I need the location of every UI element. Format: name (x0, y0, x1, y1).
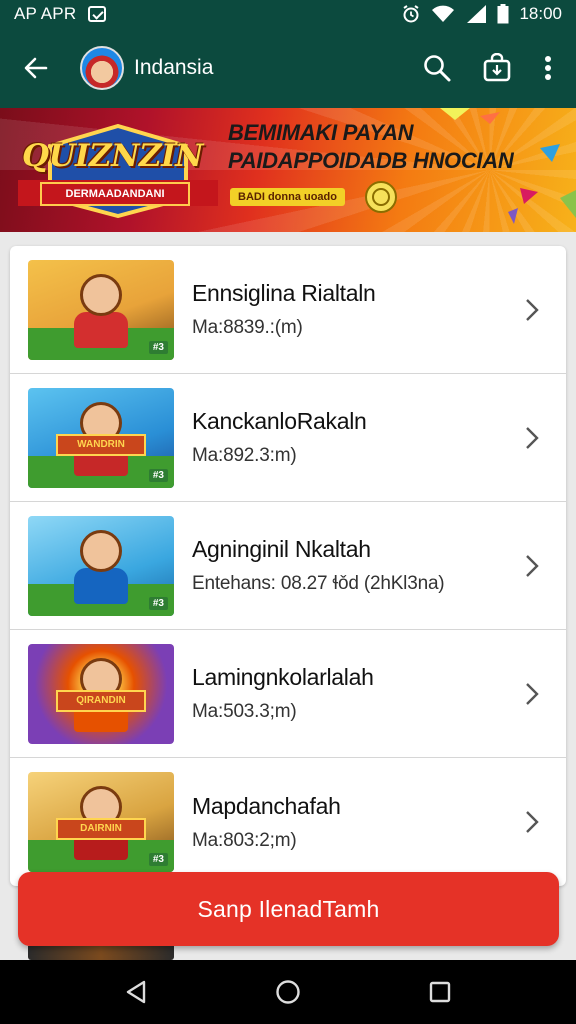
thumbnail-tag: #3 (148, 468, 168, 482)
list-item-title: Lamingnkolarlalah (192, 664, 374, 690)
list-item-text: KanckanloRakaln Ma:892.3:m) (192, 408, 512, 467)
banner-headline-1: BEMIMAKI PAYAN (228, 120, 414, 145)
nav-back-icon[interactable] (122, 978, 150, 1006)
game-thumbnail: #3 (28, 259, 174, 360)
search-icon[interactable] (422, 53, 452, 83)
app-bar: Indansia (0, 28, 576, 108)
status-bar: AP APR 18:00 (0, 0, 576, 28)
back-arrow-icon[interactable] (18, 50, 54, 86)
list-item-text: Agninginil Nkaltah Entehans: 08.27 ɬǒd (… (192, 536, 512, 595)
thumbnail-character-body (74, 567, 128, 604)
wifi-icon (432, 5, 455, 22)
app-bar-actions (422, 53, 558, 83)
chevron-right-icon (512, 681, 552, 707)
list-item-meta: Entehans: 08.27 ɬǒd (2hKl3na) (192, 573, 445, 594)
game-thumbnail: QIRANDIN (28, 643, 174, 744)
thumbnail-plaque: WANDRIN (56, 433, 146, 456)
thumbnail-character-head (80, 529, 122, 572)
list-item-meta: Ma:8839.:(m) (192, 317, 303, 338)
list-item-title: Ennsiglina Rialtaln (192, 280, 376, 306)
next-thumbnail-peek (28, 946, 174, 960)
nav-home-icon[interactable] (274, 978, 302, 1006)
list-item-meta: Ma:803:2;m) (192, 829, 297, 851)
confetti-decoration (440, 108, 576, 224)
list-item-text: Ennsiglina Rialtaln Ma:8839.:(m) (192, 280, 512, 339)
primary-action-button[interactable]: Sanp IlenadTamh (18, 872, 559, 946)
status-app-name: AP APR (14, 4, 77, 23)
banner-headline-3: BADI donna uoado (230, 188, 345, 206)
game-list: #3 Ennsiglina Rialtaln Ma:8839.:(m) WAND… (10, 246, 566, 886)
thumbnail-plaque: QIRANDIN (56, 689, 146, 712)
list-item-title: Agninginil Nkaltah (192, 536, 371, 562)
thumbnail-plaque: DAIRNIN (56, 818, 146, 840)
banner-coin-icon (365, 181, 397, 213)
thumbnail-character-body (74, 311, 128, 348)
game-thumbnail: #3 (28, 515, 174, 616)
list-item[interactable]: DAIRNIN #3 Mapdanchafah Ma:803:2;m) (10, 758, 566, 886)
status-time: 18:00 (519, 4, 562, 23)
thumbnail-character-head (80, 273, 122, 316)
list-item-meta: Ma:503.3;m) (192, 701, 297, 722)
banner-logo-title: QUIZNZIN (22, 138, 203, 174)
chevron-right-icon (512, 425, 552, 451)
list-item-title: KanckanloRakaln (192, 408, 367, 434)
notification-icon (88, 6, 107, 22)
list-item-meta: Ma:892.3:m) (192, 445, 297, 466)
list-item[interactable]: WANDRIN #3 KanckanloRakaln Ma:892.3:m) (10, 374, 566, 502)
battery-icon (497, 4, 509, 24)
nav-recents-icon[interactable] (426, 978, 454, 1006)
page-title: Indansia (134, 56, 214, 79)
game-thumbnail: WANDRIN #3 (28, 387, 174, 488)
thumbnail-tag: #3 (148, 596, 168, 610)
signal-icon (467, 5, 487, 23)
game-thumbnail: DAIRNIN #3 (28, 772, 174, 872)
chevron-right-icon (512, 553, 552, 579)
list-item[interactable]: #3 Agninginil Nkaltah Entehans: 08.27 ɬǒ… (10, 502, 566, 630)
list-item-title: Mapdanchafah (192, 792, 341, 819)
list-item-text: Lamingnkolarlalah Ma:503.3;m) (192, 664, 512, 723)
system-nav-bar (0, 960, 576, 1024)
bag-icon[interactable] (482, 53, 512, 83)
list-item[interactable]: QIRANDIN Lamingnkolarlalah Ma:503.3;m) (10, 630, 566, 758)
list-item-text: Mapdanchafah Ma:803:2;m) (192, 793, 512, 852)
chevron-right-icon (512, 809, 552, 835)
list-item[interactable]: #3 Ennsiglina Rialtaln Ma:8839.:(m) (10, 246, 566, 374)
alarm-icon (403, 5, 420, 23)
avatar[interactable] (80, 46, 124, 90)
thumbnail-tag: #3 (148, 853, 168, 866)
status-icons: 18:00 (401, 4, 562, 24)
chevron-right-icon (512, 297, 552, 323)
banner-logo-subtitle: DERMAADANDANI (40, 182, 190, 206)
promo-banner[interactable]: QUIZNZIN DERMAADANDANI BEMIMAKI PAYAN PA… (0, 108, 576, 232)
thumbnail-tag: #3 (148, 340, 168, 354)
more-vertical-icon[interactable] (542, 53, 554, 83)
